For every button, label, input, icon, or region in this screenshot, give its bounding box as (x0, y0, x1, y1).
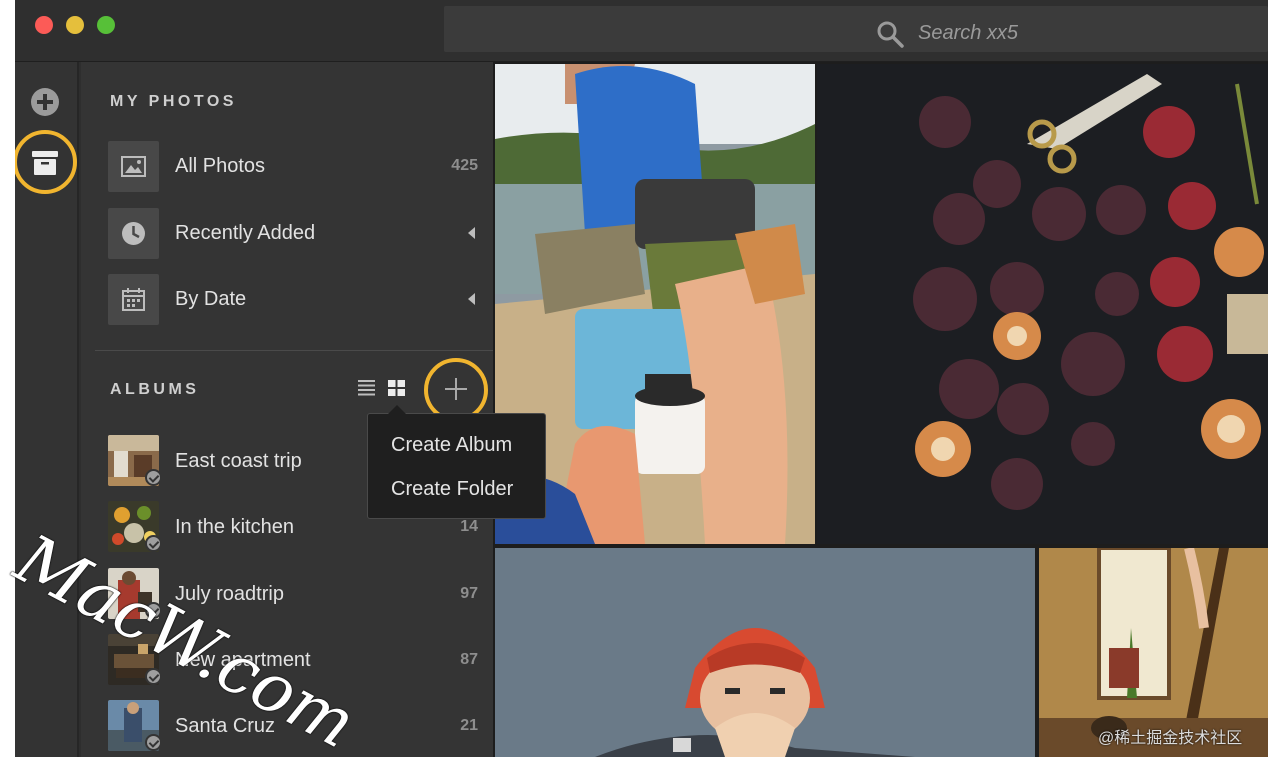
album-count: 87 (460, 651, 478, 668)
album-count: 97 (460, 585, 478, 602)
search-icon (877, 21, 904, 48)
albums-heading: ALBUMS (110, 381, 200, 398)
photo-count: 425 (451, 157, 478, 174)
album-count: 14 (460, 518, 478, 535)
sidebar-item-recently-added[interactable]: Recently Added (108, 208, 478, 260)
my-photos-heading: MY PHOTOS (110, 93, 237, 110)
sidebar-item-label: By Date (175, 288, 247, 310)
add-album-icon[interactable] (445, 378, 467, 400)
photo-tile[interactable] (817, 64, 1268, 544)
caret-left-icon[interactable] (468, 227, 475, 239)
image-icon-box (108, 141, 159, 192)
list-view-icon[interactable] (358, 380, 375, 396)
sidebar-item-label: All Photos (175, 155, 266, 177)
photo-grid (493, 62, 1268, 757)
create-dropdown-menu: Create Album Create Folder (367, 405, 546, 519)
search-bar[interactable]: Search xx5 (444, 6, 1268, 52)
album-label: In the kitchen (175, 516, 294, 538)
archive-icon[interactable] (32, 151, 58, 175)
sidebar-item-by-date[interactable]: By Date (108, 274, 478, 326)
album-count: 21 (460, 717, 478, 734)
divider (95, 350, 493, 351)
image-icon (121, 156, 146, 177)
create-folder-menu-item[interactable]: Create Folder (391, 478, 513, 501)
check-icon (145, 469, 162, 486)
sidebar-item-all-photos[interactable]: All Photos 425 (108, 141, 478, 193)
clock-icon (122, 222, 145, 245)
caret-left-icon[interactable] (468, 293, 475, 305)
title-bar: Search xx5 (15, 0, 1268, 62)
minimize-window-button[interactable] (66, 16, 84, 34)
create-album-menu-item[interactable]: Create Album (391, 434, 512, 457)
left-rail (15, 62, 79, 757)
photo-tile[interactable] (495, 548, 1035, 757)
search-placeholder: Search xx5 (918, 22, 1019, 44)
check-icon (145, 535, 162, 552)
zoom-window-button[interactable] (97, 16, 115, 34)
clock-icon-box (108, 208, 159, 259)
check-icon (145, 734, 162, 751)
calendar-icon-box (108, 274, 159, 325)
close-window-button[interactable] (35, 16, 53, 34)
grid-view-icon[interactable] (388, 380, 405, 396)
add-icon[interactable] (31, 88, 59, 116)
sidebar-item-label: Recently Added (175, 222, 316, 244)
album-label: East coast trip (175, 450, 302, 472)
credit-watermark: @稀土掘金技术社区 (1098, 730, 1243, 747)
calendar-icon (122, 288, 145, 311)
